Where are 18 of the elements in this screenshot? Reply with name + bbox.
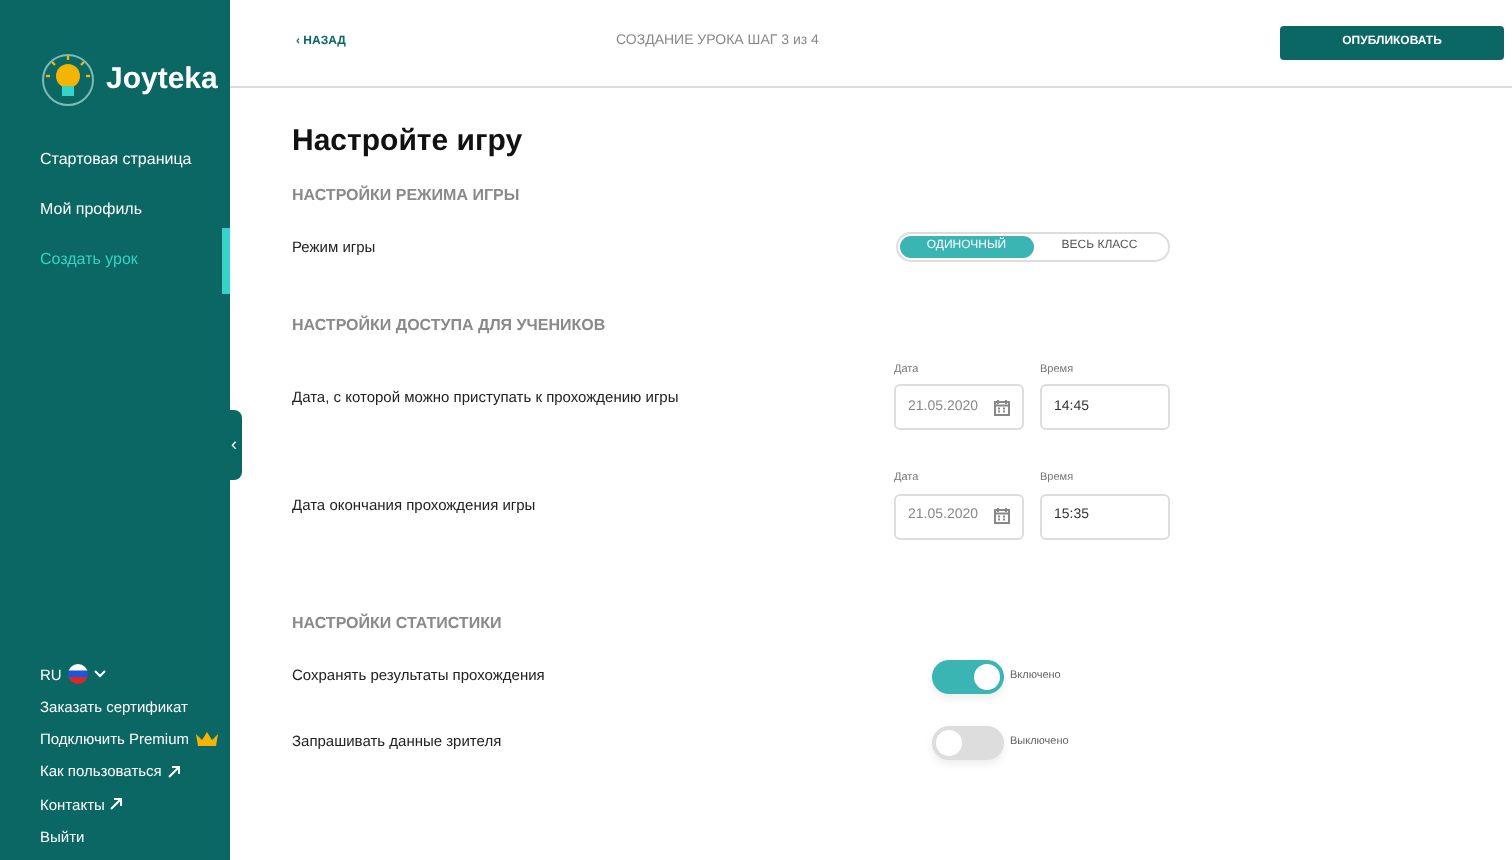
chevron-down-icon[interactable] <box>93 670 106 679</box>
nav-item[interactable]: Стартовая страница <box>0 136 230 186</box>
collapse-button[interactable]: ‹ <box>226 410 242 480</box>
toggle-switch[interactable] <box>932 725 1004 759</box>
nav-item[interactable]: Создать урок <box>0 228 230 294</box>
section-heading: НАСТРОЙКИ РЕЖИМА ИГРЫ <box>292 184 522 208</box>
toggle-switch[interactable] <box>932 659 1004 693</box>
section-heading: НАСТРОЙКИ СТАТИСТИКИ <box>292 611 504 635</box>
flag-icon <box>67 664 88 685</box>
lightbulb-icon <box>40 52 96 108</box>
crown-icon <box>195 732 218 747</box>
calendar-icon[interactable] <box>994 508 1010 524</box>
section-heading: НАСТРОЙКИ ДОСТУПА ДЛЯ УЧЕНИКОВ <box>292 314 608 338</box>
page-title: Настройте игру <box>292 124 525 160</box>
logo-text: Joyteka <box>106 59 218 100</box>
external-link-icon <box>167 765 180 778</box>
calendar-icon[interactable] <box>994 399 1010 416</box>
external-link-icon <box>110 798 123 811</box>
